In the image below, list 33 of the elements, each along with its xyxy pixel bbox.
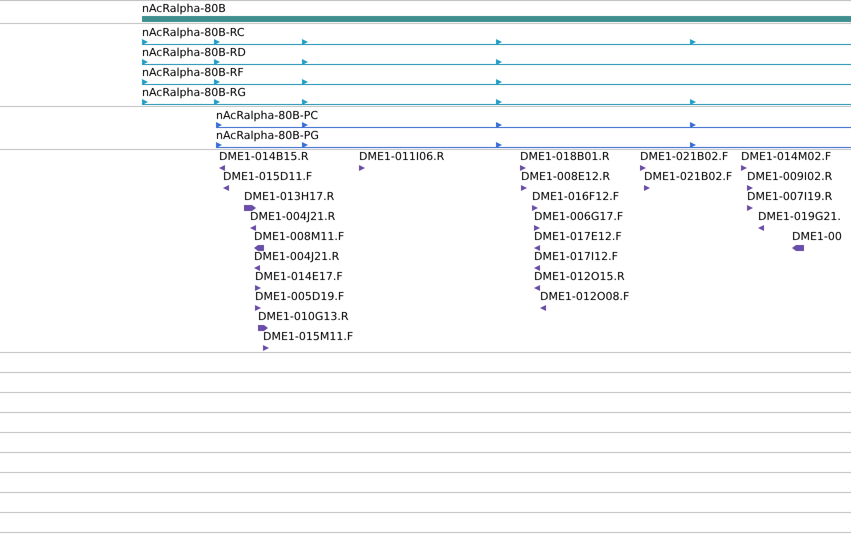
clone-label: DME1-017I12.F <box>534 250 618 263</box>
clone-label: DME1-009I02.R <box>747 170 832 183</box>
transcript-label: nAcRalpha-80B-RC <box>142 26 245 39</box>
clone-label: DME1-017E12.F <box>534 230 622 243</box>
clone-label: DME1-00 <box>792 230 842 243</box>
clone-label: DME1-008M11.F <box>254 230 344 243</box>
clone-label: DME1-014E17.F <box>255 270 343 283</box>
clone-label: DME1-004J21.R <box>250 210 336 223</box>
clone-label: DME1-005D19.F <box>255 290 344 303</box>
protein-label: nAcRalpha-80B-PG <box>216 129 319 142</box>
clone-label: DME1-015M11.F <box>263 330 354 343</box>
clone-label: DME1-014M02.F <box>741 150 832 163</box>
clone-label: DME1-019G21. <box>758 210 841 223</box>
clone-label: DME1-011I06.R <box>359 150 444 163</box>
clone-label: DME1-006G17.F <box>534 210 624 223</box>
clone-label: DME1-004J21.R <box>254 250 340 263</box>
clone-label: DME1-015D11.F <box>223 170 312 183</box>
clone-label: DME1-021B02.F <box>640 150 728 163</box>
clone-label: DME1-012O15.R <box>534 270 625 283</box>
clone-label: DME1-018B01.R <box>520 150 610 163</box>
transcript-label: nAcRalpha-80B-RG <box>142 86 246 99</box>
transcript-label: nAcRalpha-80B-RF <box>142 66 244 79</box>
clone-label: DME1-008E12.R <box>521 170 610 183</box>
clone-label: DME1-007I19.R <box>747 190 832 203</box>
transcript-label: nAcRalpha-80B-RD <box>142 46 246 59</box>
protein-label: nAcRalpha-80B-PC <box>216 109 318 122</box>
clone-label: DME1-016F12.F <box>532 190 620 203</box>
clone-label: DME1-021B02.F <box>644 170 732 183</box>
clone-label: DME1-010G13.R <box>258 310 349 323</box>
clone-label: DME1-014B15.R <box>219 150 309 163</box>
gene-label: nAcRalpha-80B <box>142 2 226 15</box>
clone-label: DME1-013H17.R <box>244 190 334 203</box>
clone-label: DME1-012O08.F <box>540 290 630 303</box>
